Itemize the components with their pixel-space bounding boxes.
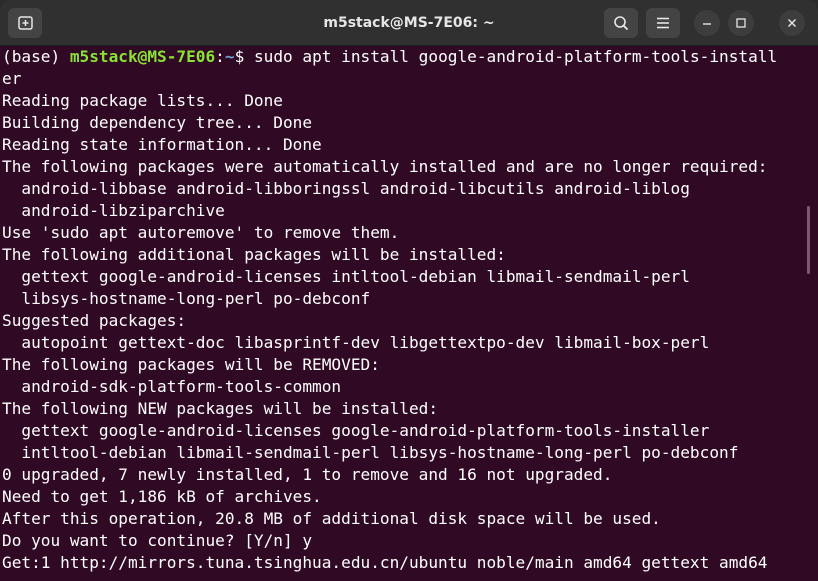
output-line: Reading state information... Done <box>2 135 322 154</box>
minimize-icon <box>703 23 711 25</box>
command-text: sudo apt install google-android-platform… <box>253 47 778 66</box>
command-prompt-line: (base) m5stack@MS-7E06:~$ sudo apt insta… <box>2 46 777 68</box>
output-line: 0 upgraded, 7 newly installed, 1 to remo… <box>2 465 613 484</box>
scrollbar-thumb[interactable] <box>807 206 810 274</box>
output-line: autopoint gettext-doc libasprintf-dev li… <box>2 333 710 352</box>
output-line: The following packages will be REMOVED: <box>2 355 380 374</box>
output-line: android-sdk-platform-tools-common <box>2 377 342 396</box>
output-line: Use 'sudo apt autoremove' to remove them… <box>2 223 400 242</box>
output-line: After this operation, 20.8 MB of additio… <box>2 509 661 528</box>
prompt-dollar: $ <box>234 47 254 66</box>
output-line: android-libbase android-libboringssl and… <box>2 179 690 198</box>
conda-env-label: (base) <box>2 47 70 66</box>
output-line: libsys-hostname-long-perl po-debconf <box>2 289 371 308</box>
close-button[interactable] <box>779 10 805 36</box>
output-line: Reading package lists... Done <box>2 91 283 110</box>
search-icon <box>614 16 628 30</box>
search-button[interactable] <box>604 8 638 38</box>
output-line: intltool-debian libmail-sendmail-perl li… <box>2 443 739 462</box>
hamburger-menu-icon <box>657 17 669 29</box>
terminal-window: m5stack@MS-7E06: ~ (base) m5stack@MS-7E0… <box>0 0 818 581</box>
maximize-icon <box>736 18 746 28</box>
menu-button[interactable] <box>646 8 680 38</box>
output-line: Need to get 1,186 kB of archives. <box>2 487 322 506</box>
output-line: The following NEW packages will be insta… <box>2 399 439 418</box>
output-line: Suggested packages: <box>2 311 187 330</box>
output-line: Get:1 http://mirrors.tuna.tsinghua.edu.c… <box>2 553 768 572</box>
output-line: android-libziparchive <box>2 201 225 220</box>
terminal-output-area[interactable]: (base) m5stack@MS-7E06:~$ sudo apt insta… <box>0 46 818 581</box>
command-wrap-line: er <box>2 69 22 88</box>
output-line: Do you want to continue? [Y/n] y <box>2 531 313 550</box>
prompt-colon: : <box>215 47 225 66</box>
output-line: gettext google-android-licenses google-a… <box>2 421 710 440</box>
prompt-path: ~ <box>224 47 235 66</box>
minimize-button[interactable] <box>694 10 720 36</box>
close-icon <box>788 19 796 27</box>
output-line: The following additional packages will b… <box>2 245 506 264</box>
prompt-user-host: m5stack@MS-7E06 <box>69 47 216 66</box>
title-bar[interactable]: m5stack@MS-7E06: ~ <box>0 0 818 46</box>
maximize-button[interactable] <box>728 10 754 36</box>
output-line: The following packages were automaticall… <box>2 157 768 176</box>
output-line: Building dependency tree... Done <box>2 113 313 132</box>
output-line: gettext google-android-licenses intltool… <box>2 267 690 286</box>
